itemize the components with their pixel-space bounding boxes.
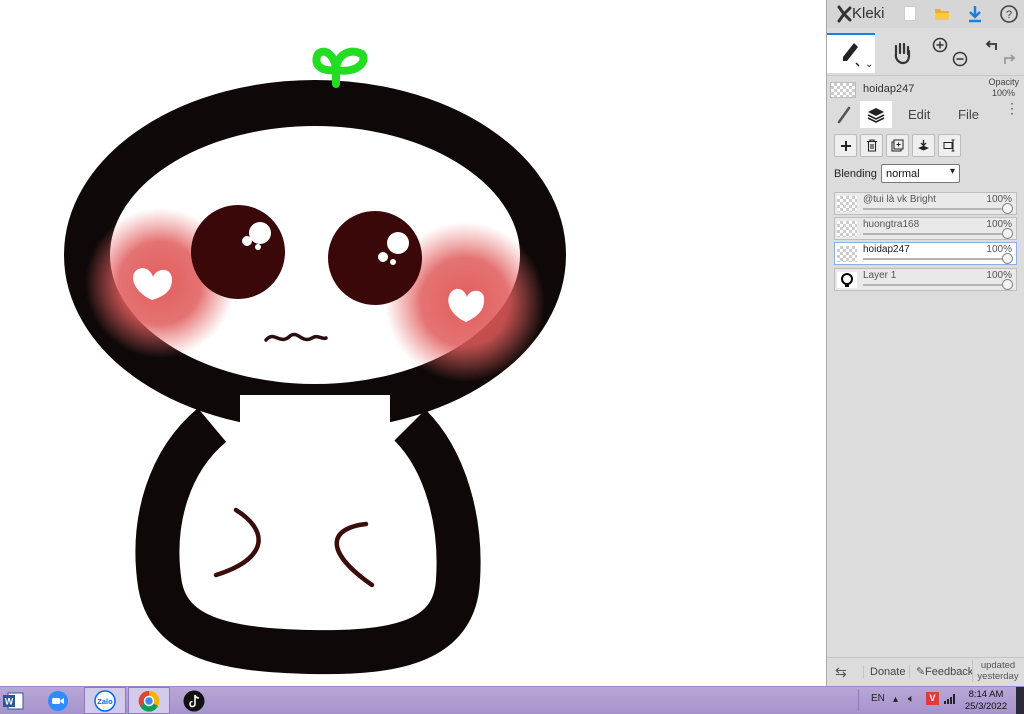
feedback-link[interactable]: Feedback — [925, 666, 973, 678]
layer-thumbnail — [837, 246, 857, 262]
download-icon[interactable] — [966, 4, 984, 23]
opacity-slider-track[interactable] — [863, 233, 1010, 235]
taskbar-zalo[interactable]: Zalo — [84, 687, 126, 714]
layer-thumbnail — [837, 221, 857, 237]
language-indicator[interactable]: EN — [871, 693, 885, 704]
show-desktop-button[interactable] — [1016, 687, 1024, 714]
rename-layer-button[interactable] — [938, 134, 961, 157]
redo-icon[interactable] — [1001, 50, 1019, 68]
clock[interactable]: 8:14 AM 25/3/2022 — [960, 689, 1012, 713]
add-layer-button[interactable] — [834, 134, 857, 157]
opacity-value: 100% — [991, 88, 1015, 98]
drawing-canvas[interactable] — [0, 0, 826, 686]
chevron-up-icon[interactable]: ▴ — [893, 694, 898, 705]
delete-layer-button[interactable] — [860, 134, 883, 157]
tab-layers[interactable] — [860, 101, 892, 128]
zalo-label: Zalo — [97, 697, 113, 706]
current-layer-name: hoidap247 — [863, 83, 915, 95]
vivaldi-tray-icon[interactable]: V — [926, 692, 939, 705]
opacity-slider-handle[interactable] — [1002, 228, 1013, 239]
current-layer-strip: hoidap247 Opacity 100% — [827, 75, 1024, 100]
opacity-slider-handle[interactable] — [1002, 279, 1013, 290]
svg-text:?: ? — [1005, 9, 1011, 21]
chevron-down-icon: ▾ — [949, 166, 955, 177]
layer-thumbnail — [837, 272, 857, 288]
tab-file[interactable]: File — [958, 107, 979, 122]
tray-divider — [858, 689, 859, 711]
zoom-out-icon[interactable] — [951, 50, 969, 68]
opacity-slider-handle[interactable] — [1002, 203, 1013, 214]
duplicate-layer-button[interactable] — [886, 134, 909, 157]
layer-item[interactable]: Layer 1 100% — [834, 268, 1017, 291]
more-menu-icon[interactable]: ⋮ — [1005, 101, 1019, 115]
body-outline — [135, 408, 481, 675]
layer-item[interactable]: huongtra168 100% — [834, 217, 1017, 240]
network-signal-icon[interactable] — [944, 694, 956, 707]
layer-thumbnail — [837, 196, 857, 212]
right-eye — [328, 211, 422, 305]
taskbar-tiktok[interactable] — [178, 687, 210, 714]
volume-icon[interactable]: 🔈︎ — [908, 693, 915, 706]
updated-status: updated yesterday — [972, 660, 1023, 682]
panel-footer: ⇆ Donate ✎ Feedback updated yesterday — [827, 657, 1024, 687]
svg-text:W: W — [5, 696, 14, 706]
feedback-icon: ✎ — [909, 665, 925, 678]
taskbar: W Zalo EN ▴ 🔈︎ V 8:14 AM 25/3/2022 — [0, 686, 1024, 714]
hand-tool-icon[interactable] — [887, 39, 917, 67]
taskbar-word[interactable]: W — [0, 687, 26, 714]
tab-brush[interactable] — [833, 104, 855, 126]
opacity-slider-track[interactable] — [863, 284, 1010, 286]
opacity-slider-handle[interactable] — [1002, 253, 1013, 264]
open-folder-icon[interactable] — [933, 5, 951, 22]
opacity-label: Opacity — [988, 77, 1019, 87]
zoom-in-icon[interactable] — [931, 36, 949, 54]
new-image-icon[interactable] — [903, 5, 917, 22]
tab-edit[interactable]: Edit — [908, 107, 930, 122]
artwork — [64, 47, 566, 675]
chevron-down-icon[interactable]: ⌄ — [865, 59, 873, 70]
blending-label: Blending — [834, 168, 877, 180]
swap-side-icon[interactable]: ⇆ — [835, 664, 847, 681]
tool-panel: Kleki ? ⌄ hoidap247 Opacity 100% Edit Fi… — [826, 0, 1024, 686]
sprout — [312, 47, 368, 88]
left-eye — [191, 205, 285, 299]
layer-item-selected[interactable]: hoidap247 100% — [834, 242, 1017, 265]
help-icon[interactable]: ? — [999, 4, 1018, 23]
merge-down-button[interactable] — [912, 134, 935, 157]
undo-icon[interactable] — [982, 36, 1000, 54]
taskbar-zoom[interactable] — [42, 687, 74, 714]
kleki-logo-icon — [836, 5, 852, 28]
donate-link[interactable]: Donate — [863, 666, 905, 678]
opacity-slider-track[interactable] — [863, 208, 1010, 210]
opacity-slider-track[interactable] — [863, 258, 1010, 260]
blending-select[interactable]: normal ▾ — [881, 164, 960, 183]
layer-item[interactable]: @tui là vk Bright 100% — [834, 192, 1017, 215]
layer-thumbnail — [830, 82, 856, 98]
taskbar-chrome[interactable] — [128, 687, 170, 714]
app-title: Kleki — [852, 5, 885, 22]
